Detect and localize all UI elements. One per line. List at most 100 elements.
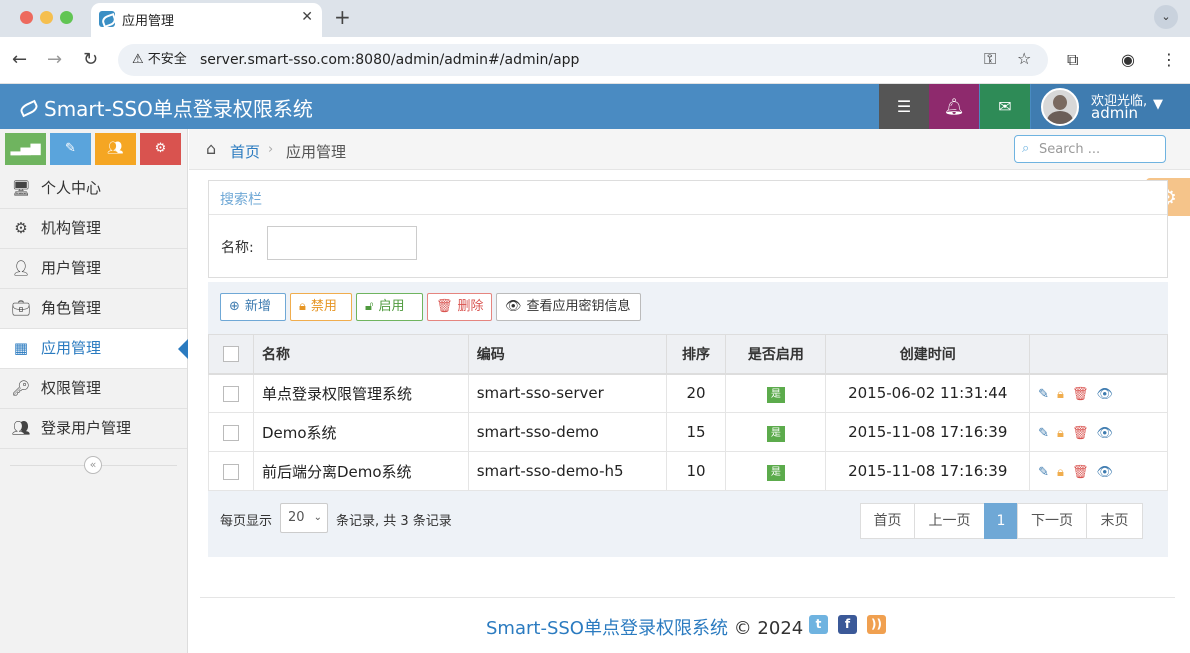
per-page-select[interactable]: 20 ⌄ — [280, 503, 328, 533]
view-secret-button[interactable]: 👁︎ 查看应用密钥信息 — [496, 293, 641, 321]
breadcrumb-home-link[interactable]: 首页 — [230, 141, 260, 162]
edit-icon[interactable]: ✎ — [1038, 426, 1049, 441]
sidebar: ▂▄▆ ✎ 👥︎ ⚙ 🖥︎ 个人中心 ⚙ 机构管理 👤︎ 用户管理 💼︎ 角色管理 ▦ 应… — [0, 129, 188, 653]
trash-icon[interactable]: 🗑︎ — [1072, 465, 1089, 480]
app-title: Smart-SSO单点登录权限系统 — [44, 97, 313, 121]
sidebar-item-roles[interactable]: 💼︎ 角色管理 — [0, 289, 187, 329]
cell-sort: 20 — [665, 373, 727, 413]
minimize-window-button[interactable] — [40, 11, 53, 24]
facebook-icon[interactable]: f — [838, 615, 857, 634]
lock-icon[interactable]: 🔒︎ — [1057, 387, 1064, 402]
lock-icon[interactable]: 🔒︎ — [1057, 426, 1064, 441]
search-input[interactable]: ⌕ Search ... — [1014, 135, 1166, 163]
row-checkbox[interactable] — [222, 424, 239, 441]
tab-title: 应用管理 — [122, 14, 175, 29]
trash-icon: 🗑︎ — [436, 299, 453, 314]
pagination: 首页 上一页 1 下一页 末页 — [860, 503, 1143, 539]
collapse-sidebar-button[interactable]: « — [84, 456, 102, 474]
close-window-button[interactable] — [20, 11, 33, 24]
maximize-window-button[interactable] — [60, 11, 73, 24]
sidebar-item-users[interactable]: 👤︎ 用户管理 — [0, 249, 187, 289]
browser-menu-icon[interactable]: ⋮ — [1161, 50, 1177, 69]
delete-button[interactable]: 🗑︎ 删除 — [427, 293, 492, 321]
cell-actions: ✎ 🔒︎ 🗑︎ 👁︎ — [1029, 451, 1168, 491]
cogs-icon: ⚙ — [154, 141, 167, 156]
first-page-button[interactable]: 首页 — [860, 503, 915, 539]
bell-icon: 🔔︎ — [943, 97, 965, 116]
new-tab-button[interactable]: + — [334, 5, 351, 29]
table-row[interactable]: 单点登录权限管理系统 smart-sso-server 20 是 2015-06… — [208, 373, 1168, 413]
add-button[interactable]: ⊕ 新增 — [220, 293, 286, 321]
forward-button[interactable]: → — [47, 49, 62, 70]
sidebar-item-label: 角色管理 — [41, 299, 102, 317]
address-bar[interactable]: ⚠ 不安全 server.smart-sso.com:8080/admin/ad… — [118, 44, 1048, 76]
eye-icon[interactable]: 👁︎ — [1096, 387, 1113, 402]
eye-icon[interactable]: 👁︎ — [1096, 426, 1113, 441]
users-icon: 👥︎ — [107, 141, 124, 156]
edit-icon[interactable]: ✎ — [1038, 465, 1049, 480]
extensions-icon[interactable]: ⧉ — [1067, 50, 1078, 70]
trash-icon[interactable]: 🗑︎ — [1072, 387, 1089, 402]
enable-button[interactable]: 🔓︎ 启用 — [356, 293, 423, 321]
browser-tab-strip: 应用管理 ✕ + ⌄ — [0, 0, 1190, 37]
tab-search-button[interactable]: ⌄ — [1154, 5, 1178, 29]
sidebar-item-online-users[interactable]: 👥︎ 登录用户管理 — [0, 409, 187, 449]
sidebar-item-profile[interactable]: 🖥︎ 个人中心 — [0, 169, 187, 209]
sidebar-item-apps[interactable]: ▦ 应用管理 — [0, 329, 188, 369]
column-header-code[interactable]: 编码 — [467, 334, 667, 375]
trash-icon[interactable]: 🗑︎ — [1072, 426, 1089, 441]
row-checkbox[interactable] — [222, 385, 239, 402]
twitter-icon[interactable]: t — [809, 615, 828, 634]
reload-button[interactable]: ↻ — [83, 49, 98, 70]
column-header-name[interactable]: 名称 — [252, 334, 469, 375]
lock-icon[interactable]: 🔒︎ — [1057, 465, 1064, 480]
next-page-button[interactable]: 下一页 — [1017, 503, 1087, 539]
envelope-icon: ✉ — [998, 97, 1012, 116]
security-indicator[interactable]: ⚠ 不安全 — [126, 50, 193, 70]
sidebar-item-label: 个人中心 — [41, 179, 102, 197]
notifications-button[interactable]: 🔔︎ — [929, 84, 979, 129]
chevron-down-icon: ⌄ — [313, 512, 322, 523]
column-header-created[interactable]: 创建时间 — [825, 334, 1031, 375]
cell-created: 2015-11-08 17:16:39 — [825, 451, 1031, 491]
bookmark-star-icon[interactable]: ☆ — [1017, 49, 1031, 68]
shortcut-users-button[interactable]: 👥︎ — [95, 133, 136, 165]
sidebar-item-permissions[interactable]: 🔑︎ 权限管理 — [0, 369, 187, 409]
page-1-button[interactable]: 1 — [984, 503, 1018, 539]
tasks-button[interactable]: ☰ — [879, 84, 929, 129]
row-checkbox[interactable] — [222, 463, 239, 480]
shortcut-edit-button[interactable]: ✎ — [50, 133, 91, 165]
profile-icon[interactable]: ◉ — [1121, 50, 1135, 69]
select-all-checkbox[interactable] — [222, 345, 239, 362]
sidebar-item-org[interactable]: ⚙ 机构管理 — [0, 209, 187, 249]
column-header-enabled[interactable]: 是否启用 — [725, 334, 827, 375]
rss-icon[interactable]: )) — [867, 615, 886, 634]
leaf-icon — [18, 99, 40, 118]
column-header-sort[interactable]: 排序 — [665, 334, 727, 375]
shortcut-settings-button[interactable]: ⚙ — [140, 133, 181, 165]
eye-icon[interactable]: 👁︎ — [1096, 465, 1113, 480]
eye-icon: 👁︎ — [505, 299, 522, 314]
sidebar-item-label: 机构管理 — [41, 219, 102, 237]
cell-code: smart-sso-demo-h5 — [467, 451, 667, 491]
edit-icon[interactable]: ✎ — [1038, 387, 1049, 402]
table-row[interactable]: Demo系统 smart-sso-demo 15 是 2015-11-08 17… — [208, 412, 1168, 452]
close-tab-icon[interactable]: ✕ — [301, 9, 313, 25]
user-icon: 👤︎ — [11, 259, 31, 277]
user-menu[interactable]: 欢迎光临, admin ▼ — [1031, 84, 1190, 129]
browser-tab[interactable]: 应用管理 ✕ — [91, 3, 322, 37]
url-text[interactable]: server.smart-sso.com:8080/admin/admin#/a… — [200, 50, 579, 70]
password-key-icon[interactable]: ⚿ — [984, 49, 996, 69]
cell-enabled: 是 — [725, 373, 827, 413]
table-row[interactable]: 前后端分离Demo系统 smart-sso-demo-h5 10 是 2015-… — [208, 451, 1168, 491]
name-field[interactable] — [267, 226, 417, 260]
shortcut-stats-button[interactable]: ▂▄▆ — [5, 133, 46, 165]
table-header-row: 名称 编码 排序 是否启用 创建时间 — [208, 334, 1168, 375]
back-button[interactable]: ← — [12, 49, 27, 70]
messages-button[interactable]: ✉ — [980, 84, 1030, 129]
last-page-button[interactable]: 末页 — [1086, 503, 1143, 539]
app-logo[interactable]: Smart-SSO单点登录权限系统 — [18, 93, 313, 122]
disable-button[interactable]: 🔒︎ 禁用 — [290, 293, 352, 321]
cell-enabled: 是 — [725, 412, 827, 452]
prev-page-button[interactable]: 上一页 — [914, 503, 985, 539]
